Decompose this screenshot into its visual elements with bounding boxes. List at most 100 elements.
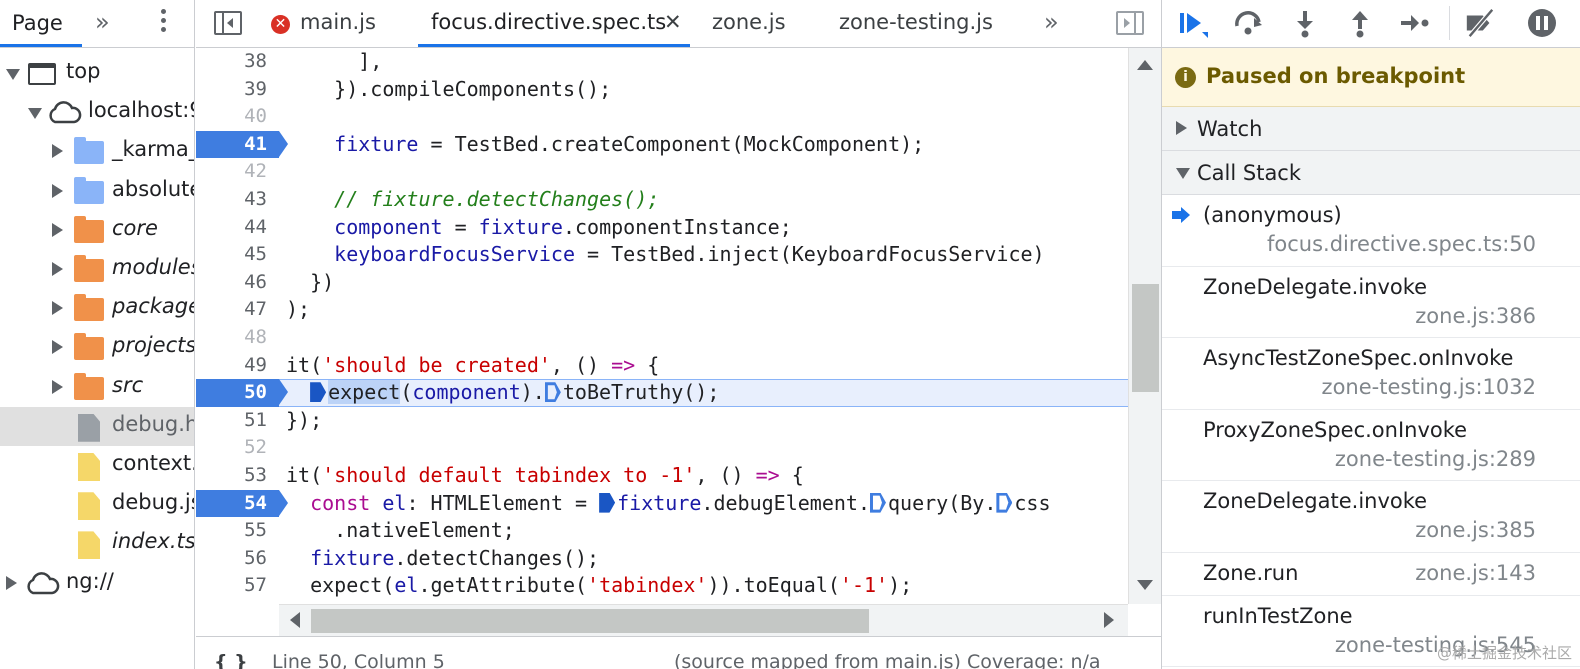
callstack-section-header[interactable]: Call Stack [1162,151,1580,195]
breakpoint-line-number[interactable]: 50 [196,379,288,407]
code-line[interactable]: it('should be created', () => { [286,352,659,380]
line-number[interactable]: 38 [196,48,279,76]
toggle-debugger-icon[interactable] [1116,11,1144,35]
code-line[interactable]: it('should default tabindex to -1', () =… [286,462,804,490]
code-line[interactable]: expect(el.getAttribute('tabindex')).toEq… [286,572,912,600]
frame-location-link[interactable]: zone.js:386 [1415,304,1536,328]
inline-breakpoint-icon[interactable] [545,382,561,402]
resume-icon[interactable] [1176,8,1208,38]
tree-item[interactable]: src [0,368,194,407]
kebab-menu-icon[interactable] [153,6,173,40]
code-line[interactable]: const el: HTMLElement = fixture.debugEle… [286,490,1050,518]
code-line[interactable]: keyboardFocusService = TestBed.inject(Ke… [286,241,1044,269]
pause-on-exceptions-icon[interactable] [1526,8,1558,38]
scroll-down-icon[interactable] [1137,580,1153,590]
tab-focus-directive-spec[interactable]: focus.directive.spec.ts ✕ [418,0,690,47]
code-line[interactable]: .nativeElement; [286,517,515,545]
breakpoint-line-number[interactable]: 41 [196,130,288,159]
inline-breakpoint-icon[interactable] [310,382,327,403]
callstack-frame[interactable]: Zone.run zone.js:143 [1162,553,1580,596]
tab-page[interactable]: Page [0,0,82,47]
chevron-right-icon[interactable] [52,183,63,198]
line-number[interactable]: 42 [196,158,279,186]
more-tabs-icon[interactable]: » [95,8,110,36]
scrollbar-thumb[interactable] [1132,284,1159,392]
code-line[interactable]: ); [286,296,310,324]
frame-location-link[interactable]: zone-testing.js:1032 [1322,375,1536,399]
callstack-frame[interactable]: ZoneDelegate.invoke zone.js:385 [1162,481,1580,553]
line-number[interactable]: 48 [196,324,279,352]
chevron-right-icon[interactable] [52,301,63,316]
inline-breakpoint-icon[interactable] [870,493,886,513]
scroll-left-icon[interactable] [290,612,300,628]
more-editor-tabs-icon[interactable]: » [1044,0,1059,47]
code-area[interactable]: 38 ], 39 }).compileComponents(); 40 41 fixt… [196,48,1128,604]
callstack-frame[interactable]: ProxyZoneSpec.onInvoke zone-testing.js:28… [1162,410,1580,481]
source-map-info[interactable]: (source mapped from main.js) Coverage: n… [674,651,1101,669]
line-number[interactable]: 55 [196,517,279,545]
tab-main-js[interactable]: ✕ main.js [271,0,376,47]
line-number[interactable]: 44 [196,214,279,242]
frame-location-link[interactable]: zone.js:385 [1415,518,1536,542]
frame-location-link[interactable]: zone.js:143 [1415,561,1536,585]
code-line[interactable]: component = fixture.componentInstance; [286,214,792,242]
code-line[interactable]: // fixture.detectChanges(); [286,186,659,214]
inline-breakpoint-icon[interactable] [996,493,1012,513]
tree-item[interactable]: _karma_webpack_ [0,132,194,171]
line-number[interactable]: 39 [196,76,279,104]
code-line[interactable]: }).compileComponents(); [286,76,611,104]
tree-item[interactable]: index.ts [0,524,194,563]
tree-item[interactable]: packages [0,289,194,328]
vertical-scrollbar[interactable] [1128,48,1161,604]
line-number[interactable]: 40 [196,103,279,131]
tree-item[interactable]: localhost:9876 [0,93,194,132]
deactivate-breakpoints-icon[interactable] [1464,8,1496,38]
tree-item[interactable]: modules [0,250,194,289]
callstack-frame[interactable]: AsyncTestZoneSpec.onInvoke zone-testing.j… [1162,338,1580,410]
code-line[interactable]: }) [286,269,334,297]
tab-zone-testing-js[interactable]: zone-testing.js [839,0,993,47]
line-number[interactable]: 56 [196,545,279,573]
line-number[interactable]: 52 [196,434,279,462]
horizontal-scrollbar[interactable] [279,604,1128,636]
line-number[interactable]: 49 [196,352,279,380]
chevron-right-icon[interactable] [6,575,17,590]
step-over-icon[interactable] [1232,8,1264,38]
code-line[interactable]: ], [286,48,382,76]
step-into-icon[interactable] [1289,8,1321,38]
tree-item[interactable]: debug.js [0,485,194,524]
code-line[interactable]: expect(component). toBeTruthy(); [286,379,719,407]
step-icon[interactable] [1398,8,1430,38]
line-number[interactable]: 53 [196,462,279,490]
chevron-down-icon[interactable] [28,108,42,120]
breakpoint-line-number[interactable]: 54 [196,489,288,518]
line-number[interactable]: 43 [196,186,279,214]
callstack-frame[interactable]: ZoneDelegate.invoke zone.js:386 [1162,267,1580,338]
tree-item[interactable]: core [0,211,194,250]
tree-item[interactable]: debug.html [0,406,194,446]
chevron-right-icon[interactable] [52,144,63,159]
scroll-up-icon[interactable] [1137,60,1153,70]
tree-item[interactable]: ng:// [0,564,194,603]
code-line[interactable]: fixture.detectChanges(); [286,545,599,573]
frame-location-link[interactable]: focus.directive.spec.ts:50 [1267,232,1536,256]
line-number[interactable]: 51 [196,407,279,435]
inline-breakpoint-icon[interactable] [599,492,616,513]
scroll-right-icon[interactable] [1104,612,1114,628]
tree-item[interactable]: context.js [0,446,194,485]
line-number[interactable]: 45 [196,241,279,269]
line-number[interactable]: 57 [196,572,279,600]
scrollbar-thumb[interactable] [311,609,869,633]
chevron-right-icon[interactable] [52,222,63,237]
chevron-right-icon[interactable] [52,379,63,394]
line-number[interactable]: 46 [196,269,279,297]
tree-item[interactable]: projects [0,328,194,367]
line-number[interactable]: 58 [196,600,279,604]
callstack-frame[interactable]: (anonymous) focus.directive.spec.ts:50 [1162,195,1580,267]
tree-item[interactable]: top [0,54,194,93]
chevron-right-icon[interactable] [52,340,63,355]
pretty-print-button[interactable]: { } [214,651,248,669]
code-line[interactable]: }); [286,407,322,435]
code-line[interactable]: fixture = TestBed.createComponent(MockCo… [286,131,924,159]
tree-item[interactable]: absolute [0,172,194,211]
